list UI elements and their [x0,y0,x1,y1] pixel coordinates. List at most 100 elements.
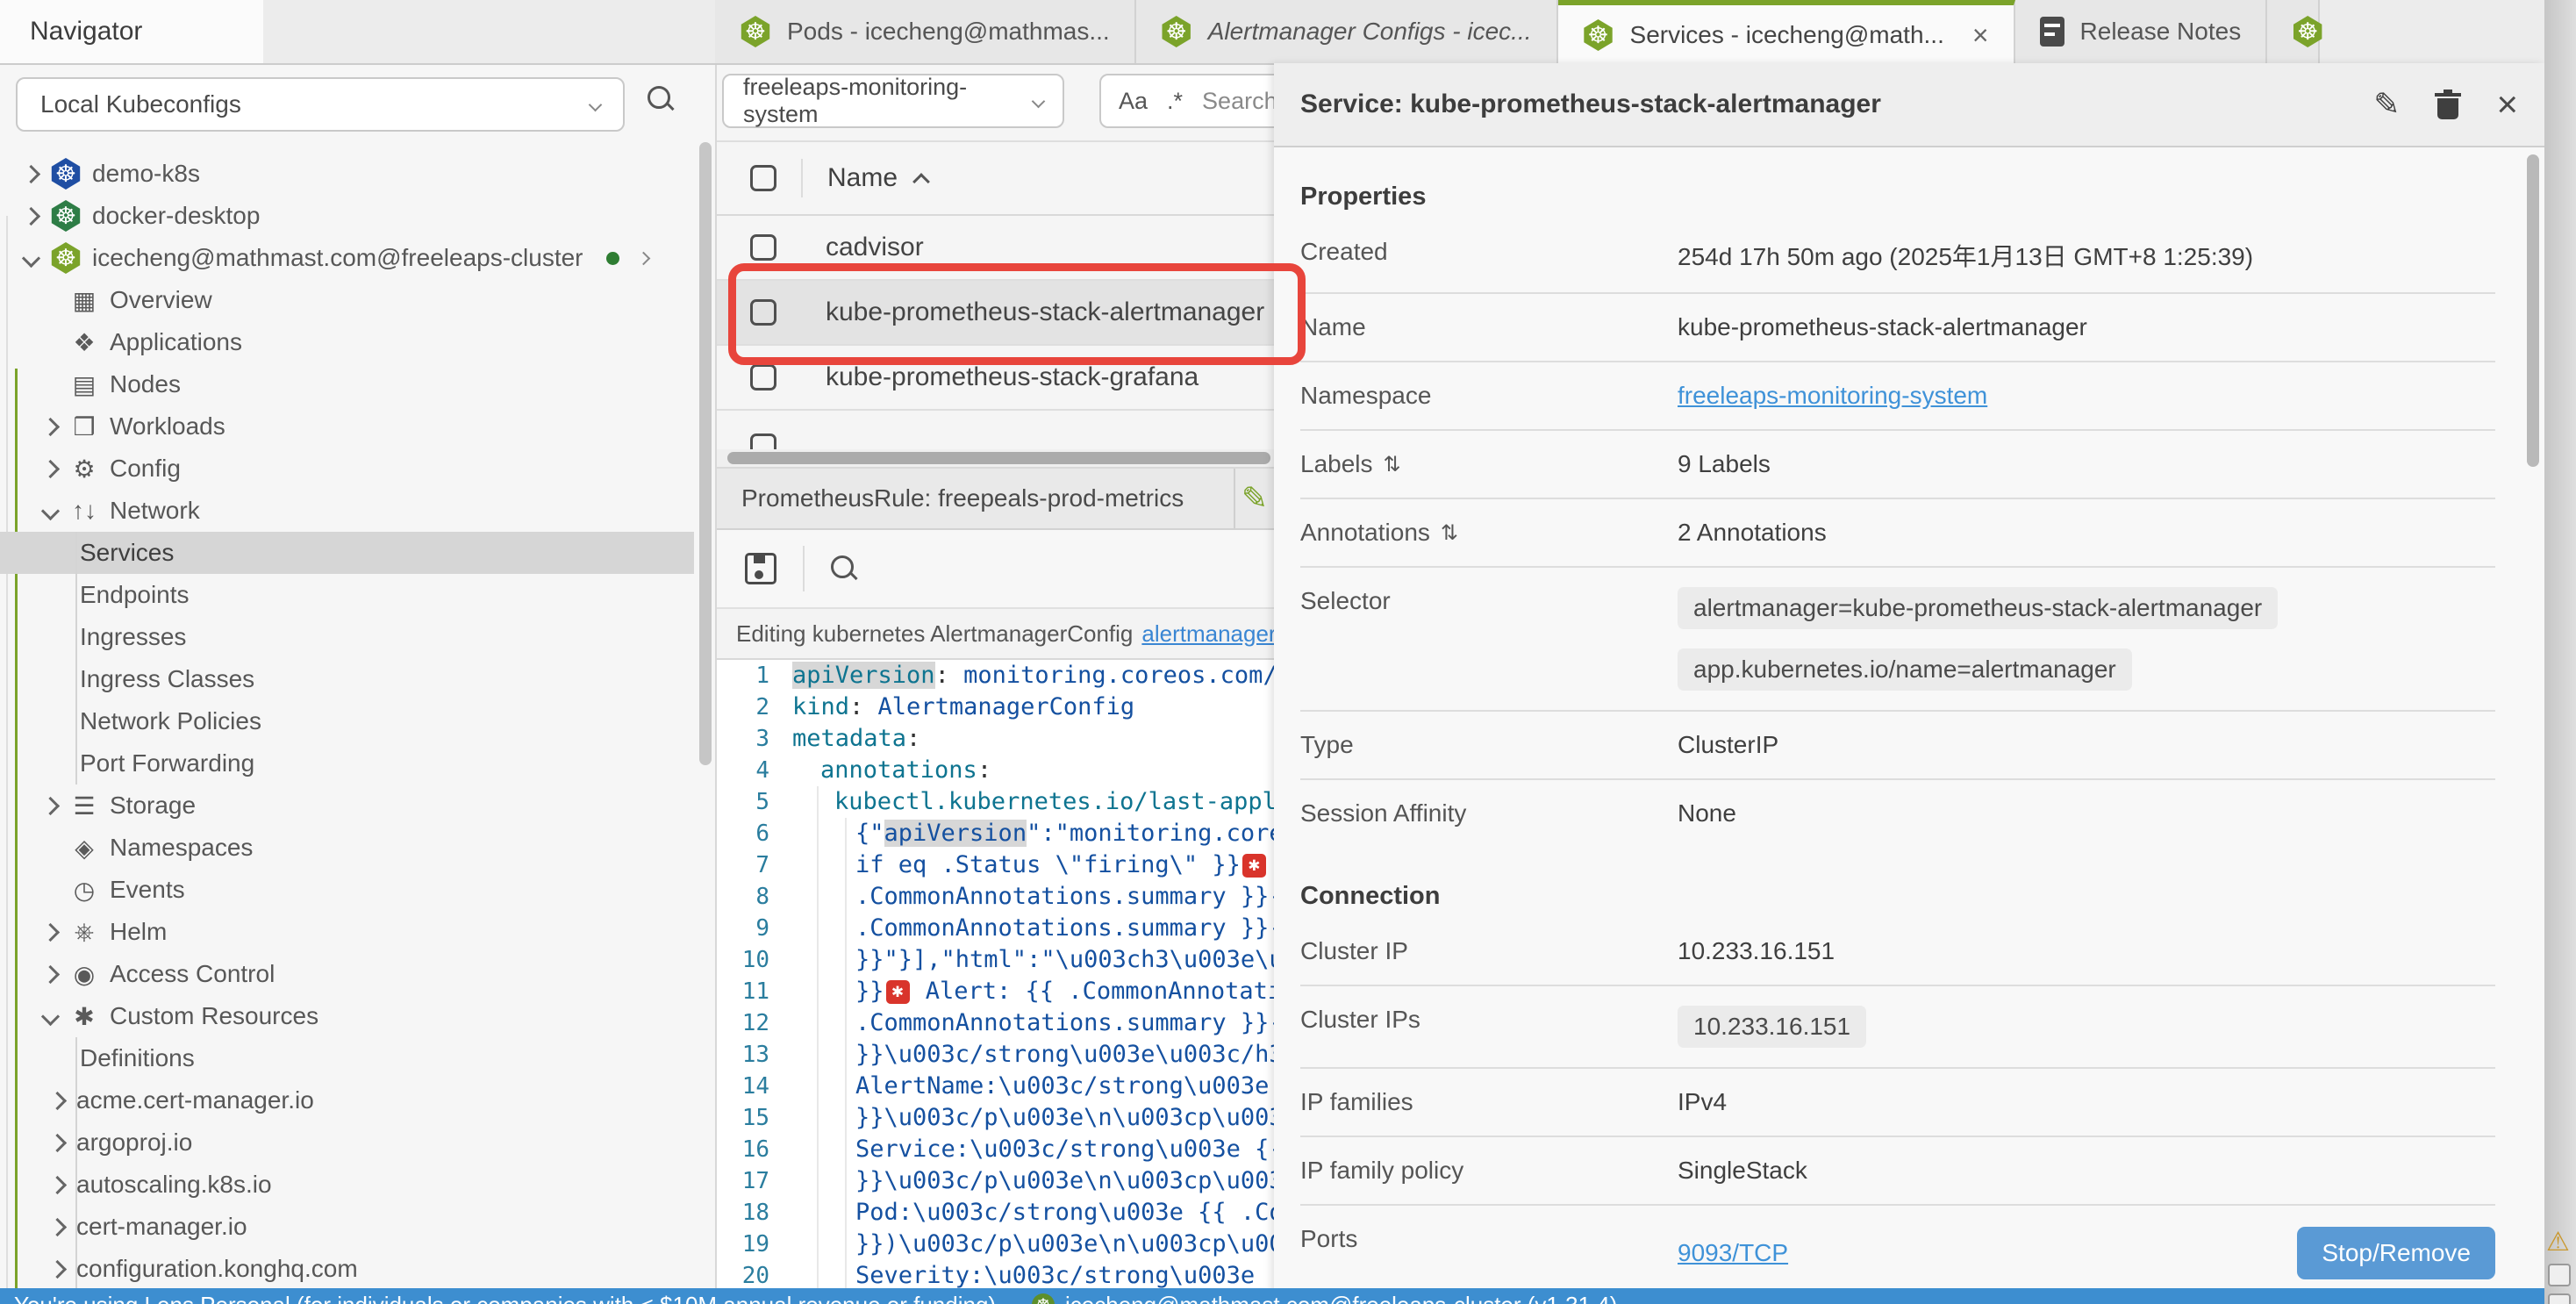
name-column-header[interactable]: Name [801,159,927,197]
sidebar-item-label: Storage [110,792,196,820]
service-name-cell: cadvisor [826,233,924,262]
regex-icon[interactable]: .* [1167,88,1183,115]
chevron-right-icon[interactable] [41,459,60,477]
table-row-kube-prometheus-stack-alertmanager[interactable]: kube-prometheus-stack-alertmanager [715,281,1274,346]
yaml-editor[interactable]: 1apiVersion: monitoring.coreos.com/v12ki… [715,660,1274,1304]
property-link[interactable]: freeleaps-monitoring-system [1678,382,1987,409]
sidebar-search-button[interactable] [646,84,676,120]
table-row-kube-prometheus-stack-grafana[interactable]: kube-prometheus-stack-grafana [715,346,1274,411]
sidebar-item-events[interactable]: ◷Events [0,869,694,911]
port-action-button[interactable]: Stop/Remove [2297,1227,2495,1279]
close-panel-button[interactable]: × [2496,86,2518,123]
tab-release-notes[interactable]: Release Notes [2015,0,2268,63]
property-row-ip-family-policy: IP family policySingleStack [1300,1137,2495,1206]
chevron-right-icon[interactable] [48,1175,67,1193]
sidebar-item-configuration-konghq-com[interactable]: configuration.konghq.com [0,1248,694,1290]
chevron-right-icon[interactable] [22,164,40,183]
port-link[interactable]: 9093/TCP [1678,1239,1788,1267]
chevron-right-icon[interactable] [48,1217,67,1236]
namespace-select[interactable]: freeleaps-monitoring-system [722,74,1064,128]
sidebar-item-nodes[interactable]: ▤Nodes [0,363,694,405]
property-label: Cluster IPs [1300,1006,1678,1034]
sidebar-item-helm[interactable]: ⎈Helm [0,911,694,953]
namespace-select-value: freeleaps-monitoring-system [743,74,1034,128]
top-tab-bar: Navigator ☸Pods - icecheng@mathmas...☸Al… [0,0,2544,65]
sidebar-item-ingress-classes[interactable]: Ingress Classes [0,658,694,700]
edit-service-button[interactable]: ✎ [2373,86,2400,123]
table-row-cadvisor[interactable]: cadvisor [715,216,1274,281]
sidebar-item-custom-resources[interactable]: ✱Custom Resources [0,995,694,1037]
sidebar-item-services[interactable]: Services [0,532,694,574]
chevron-right-icon[interactable] [22,206,40,225]
line-number: 15 [715,1102,792,1134]
chevron-right-icon[interactable] [48,1133,67,1151]
prometheusrule-dock-tab[interactable]: PrometheusRule: freepeals-prod-metrics ✎ [715,469,1274,530]
sidebar-item-network-policies[interactable]: Network Policies [0,700,694,742]
chevron-right-icon[interactable] [41,417,60,435]
sidebar-item-port-forwarding[interactable]: Port Forwarding [0,742,694,785]
chevron-right-icon[interactable] [41,922,60,941]
line-number: 11 [715,976,792,1007]
prometheusrule-label: PrometheusRule: freepeals-prod-metrics [715,469,1235,528]
sidebar-item-namespaces[interactable]: ◈Namespaces [0,827,694,869]
chevron-down-icon[interactable] [22,248,40,267]
chevron-down-icon[interactable] [41,501,60,519]
sidebar-item-argoproj-io[interactable]: argoproj.io [0,1121,694,1164]
property-label: Cluster IP [1300,937,1678,965]
sidebar-item-applications[interactable]: ❖Applications [0,321,694,363]
sidebar-item-autoscaling-k8s-io[interactable]: autoscaling.k8s.io [0,1164,694,1206]
sidebar-item-ingresses[interactable]: Ingresses [0,616,694,658]
sidebar-item-cert-manager-io[interactable]: cert-manager.io [0,1206,694,1248]
sidebar-item-demo-k8s[interactable]: ☸demo-k8s [0,153,694,195]
chevron-right-icon[interactable] [41,796,60,814]
select-all-checkbox[interactable] [750,165,776,191]
sidebar-item-endpoints[interactable]: Endpoints [0,574,694,616]
chevron-right-icon[interactable] [48,1091,67,1109]
tab-pods-icecheng-mathmas-[interactable]: ☸Pods - icecheng@mathmas... [715,0,1136,63]
sidebar-item-acme-cert-manager-io[interactable]: acme.cert-manager.io [0,1079,694,1121]
code-text: .CommonAnnotations.summary }}- [792,881,1274,913]
sidebar-item-definitions[interactable]: Definitions [0,1037,694,1079]
sidebar-item-label: Config [110,455,181,483]
line-number: 7 [715,849,792,881]
sidebar-item-workloads[interactable]: ❒Workloads [0,405,694,448]
editor-search-icon[interactable] [829,554,859,584]
close-tab-icon[interactable]: × [1972,19,1989,52]
delete-service-button[interactable] [2435,90,2461,119]
tab-label: Pods - icecheng@mathmas... [787,18,1110,46]
horizontal-scrollbar[interactable] [715,449,1274,469]
code-line: 7if eq .Status \"firing\" }}✱ [715,849,1274,881]
sidebar-item-icecheng-mathmast-com-freeleaps-cluster[interactable]: ☸icecheng@mathmast.com@freeleaps-cluster [0,237,694,279]
row-checkbox[interactable] [750,433,776,449]
table-row[interactable] [715,411,1274,449]
sidebar-item-storage[interactable]: ☰Storage [0,785,694,827]
tab-alertmanager-configs-icec-[interactable]: ☸Alertmanager Configs - icec... [1136,0,1558,63]
sort-toggle-icon[interactable]: ⇅ [1384,452,1401,477]
sidebar-item-config[interactable]: ⚙Config [0,448,694,490]
sidebar-item-overview[interactable]: ▦Overview [0,279,694,321]
panel-scrollbar[interactable] [2527,154,2539,467]
kubeconfig-select[interactable]: Local Kubeconfigs [16,77,625,132]
tab-clipped[interactable]: ☸ [2267,0,2320,63]
row-checkbox[interactable] [750,299,776,326]
tab-services-icecheng-math-[interactable]: ☸Services - icecheng@math...× [1558,0,2015,65]
sidebar-scrollbar[interactable] [699,142,712,765]
sidebar-item-access-control[interactable]: ◉Access Control [0,953,694,995]
chevron-right-icon[interactable] [48,1259,67,1278]
editing-resource-link[interactable]: alertmanager [1141,620,1274,648]
code-line: 12.CommonAnnotations.summary }}- [715,1007,1274,1039]
edit-rule-button[interactable]: ✎ [1235,469,1274,528]
chevron-down-icon[interactable] [41,1007,60,1025]
match-case-icon[interactable]: Aa [1119,88,1148,115]
sidebar-item-docker-desktop[interactable]: ☸docker-desktop [0,195,694,237]
sidebar-item-network[interactable]: ↑↓Network [0,490,694,532]
row-checkbox[interactable] [750,364,776,390]
chevron-right-icon[interactable] [41,964,60,983]
property-row-namespace: Namespacefreeleaps-monitoring-system [1300,362,2495,431]
row-checkbox[interactable] [750,234,776,261]
warning-icon: ⚠ [2546,1227,2570,1257]
active-cluster-status[interactable]: ☸ icecheng@mathmast.com@freeleaps-cluste… [1032,1292,1617,1304]
chevron-right-icon[interactable] [636,251,650,265]
sort-toggle-icon[interactable]: ⇅ [1441,520,1458,546]
save-icon[interactable] [745,553,776,584]
